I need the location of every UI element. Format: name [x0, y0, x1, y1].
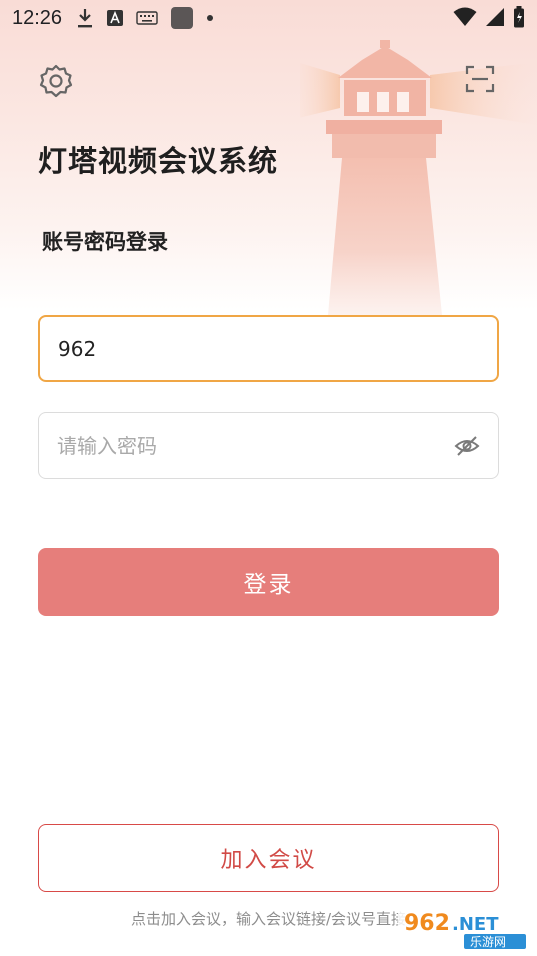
login-mode-title: 账号密码登录	[42, 230, 168, 254]
login-screen: 12:26 灯塔视频会议系统 账号密码登录 962 登录 加入会议 点击加入会议…	[0, 0, 537, 956]
svg-text:乐游网: 乐游网	[470, 935, 506, 949]
battery-icon	[513, 6, 525, 33]
status-bar: 12:26	[0, 0, 537, 36]
login-button[interactable]: 登录	[38, 548, 499, 616]
password-field[interactable]	[38, 412, 499, 479]
svg-text:962: 962	[404, 911, 450, 936]
gear-icon[interactable]	[38, 63, 74, 99]
watermark-logo: 962 .NET 乐游网	[398, 904, 534, 952]
password-input[interactable]	[57, 433, 454, 458]
eye-off-icon[interactable]	[454, 433, 480, 459]
account-input[interactable]	[58, 336, 479, 361]
keyboard-icon	[136, 11, 158, 25]
text-a-icon	[106, 9, 124, 27]
join-meeting-button[interactable]: 加入会议	[38, 824, 499, 892]
download-icon	[76, 7, 94, 29]
dot-icon	[206, 14, 214, 22]
scan-icon[interactable]	[464, 63, 496, 95]
lighthouse-illustration	[290, 40, 537, 315]
signal-icon	[485, 7, 505, 32]
status-time: 12:26	[12, 6, 63, 29]
svg-text:.NET: .NET	[452, 914, 499, 935]
app-title: 灯塔视频会议系统	[38, 144, 279, 178]
app-square-icon	[170, 6, 194, 30]
wifi-icon	[453, 7, 477, 32]
account-field[interactable]	[38, 315, 499, 382]
